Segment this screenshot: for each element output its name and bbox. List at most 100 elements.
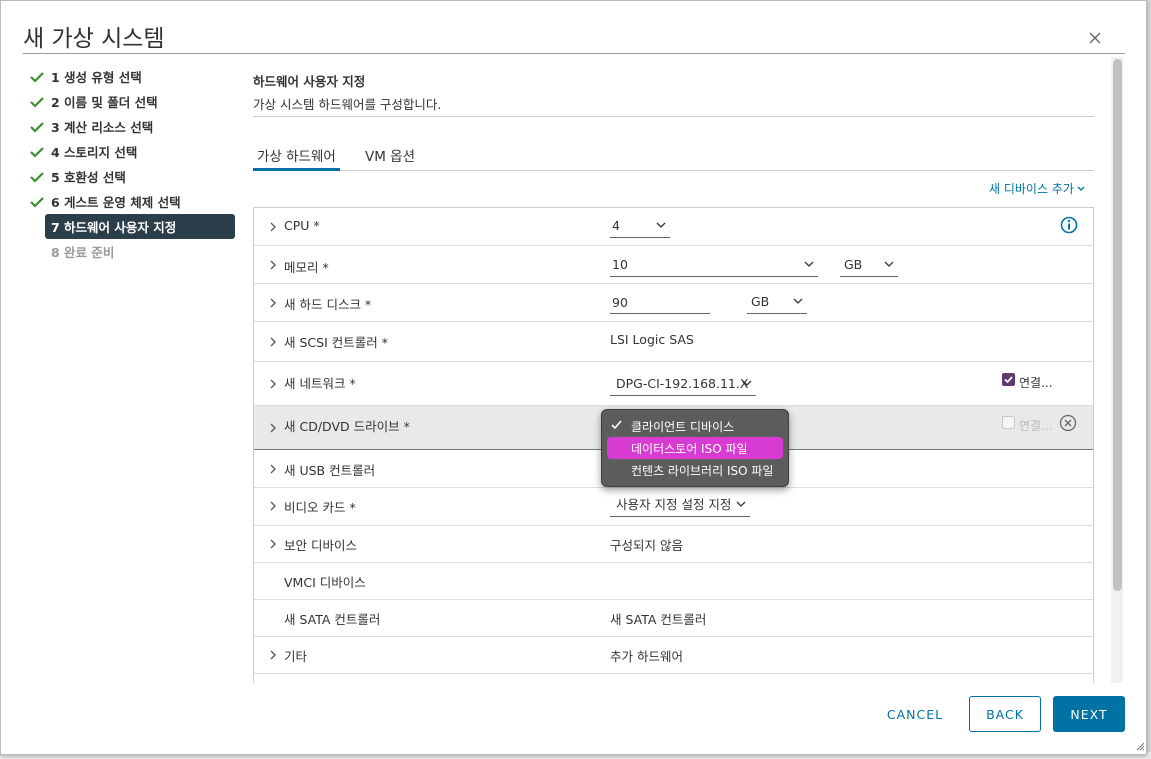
hw-row-video: 비디오 카드 * 사용자 지정 설정 지정 xyxy=(254,488,1093,526)
hw-label: 메모리 * xyxy=(284,260,329,275)
step-8: 8 완료 준비 xyxy=(23,239,235,264)
dropdown-item-client-device[interactable]: 클라이언트 디바이스 xyxy=(607,415,783,437)
hw-label: 보안 디바이스 xyxy=(284,538,357,553)
hw-row-scsi: 새 SCSI 컨트롤러 * LSI Logic SAS xyxy=(254,322,1093,362)
dropdown-item-label: 클라이언트 디바이스 xyxy=(631,419,735,434)
chevron-right-icon[interactable] xyxy=(268,423,278,433)
tab-label: VM 옵션 xyxy=(365,149,416,165)
hw-row-hard-disk: 새 하드 디스크 * GB xyxy=(254,284,1093,322)
chevron-right-icon[interactable] xyxy=(268,379,278,389)
content-divider xyxy=(253,116,1094,117)
step-1[interactable]: 1 생성 유형 선택 xyxy=(23,64,235,89)
cddvd-type-dropdown: 클라이언트 디바이스 데이터스토어 ISO 파일 컨텐츠 라이브러리 ISO 파… xyxy=(601,409,789,487)
cddvd-connect-checkbox xyxy=(1002,416,1015,429)
check-icon xyxy=(30,71,44,83)
tab-vm-options[interactable]: VM 옵션 xyxy=(361,141,419,171)
hw-row-security: 보안 디바이스 구성되지 않음 xyxy=(254,526,1093,563)
remove-circle-icon[interactable] xyxy=(1059,414,1077,432)
check-icon xyxy=(30,121,44,133)
close-icon[interactable] xyxy=(1086,29,1104,47)
cancel-button[interactable]: CANCEL xyxy=(871,696,959,732)
hw-label: 기타 xyxy=(284,649,308,664)
input-value: 10 xyxy=(612,257,628,272)
chevron-right-icon[interactable] xyxy=(268,501,278,511)
chevron-down-icon xyxy=(656,222,666,228)
chevron-down-icon xyxy=(1077,186,1085,191)
cpu-select[interactable]: 4 xyxy=(610,216,670,238)
hw-label: 새 USB 컨트롤러 xyxy=(284,463,376,478)
hw-label: 비디오 카드 * xyxy=(284,500,356,515)
hw-row-memory: 메모리 * 10 GB xyxy=(254,246,1093,284)
add-device-button[interactable]: 새 디바이스 추가 xyxy=(989,180,1085,197)
chevron-down-icon xyxy=(736,501,746,507)
dropdown-item-label: 컨텐츠 라이브러리 ISO 파일 xyxy=(631,463,774,478)
hw-label: 새 하드 디스크 * xyxy=(284,297,372,312)
chevron-right-icon[interactable] xyxy=(268,337,278,347)
chevron-right-icon[interactable] xyxy=(268,464,278,474)
sata-value: 새 SATA 컨트롤러 xyxy=(610,612,707,627)
title-divider xyxy=(23,53,1125,54)
hw-row-sata: 새 SATA 컨트롤러 새 SATA 컨트롤러 xyxy=(254,600,1093,637)
dropdown-item-label: 데이터스토어 ISO 파일 xyxy=(631,441,748,456)
cddvd-connect-label: 연결... xyxy=(1019,419,1053,433)
chevron-right-icon[interactable] xyxy=(268,650,278,660)
scsi-value: LSI Logic SAS xyxy=(610,332,694,347)
dialog-title: 새 가상 시스템 xyxy=(23,26,165,52)
network-select[interactable]: DPG-CI-192.168.11.X xyxy=(610,374,756,396)
check-icon xyxy=(30,196,44,208)
step-7[interactable]: 7 하드웨어 사용자 지정 xyxy=(45,214,235,239)
chevron-down-icon xyxy=(793,298,803,304)
chevron-down-icon xyxy=(804,261,814,267)
other-value: 추가 하드웨어 xyxy=(610,649,683,664)
memory-unit-select[interactable]: GB xyxy=(840,255,898,277)
chevron-right-icon[interactable] xyxy=(268,260,278,270)
step-6[interactable]: 6 게스트 운영 체제 선택 xyxy=(23,189,235,214)
checkmark-icon xyxy=(611,420,622,430)
resize-handle-icon[interactable] xyxy=(1135,741,1145,751)
hw-row-cpu: CPU * 4 xyxy=(254,208,1093,246)
add-device-label: 새 디바이스 추가 xyxy=(989,182,1074,196)
select-value: GB xyxy=(844,257,863,272)
scrollbar-thumb[interactable] xyxy=(1113,59,1122,591)
select-value: 사용자 지정 설정 지정 xyxy=(616,497,732,512)
info-icon[interactable] xyxy=(1060,216,1078,234)
chevron-right-icon[interactable] xyxy=(268,222,278,232)
memory-input[interactable]: 10 xyxy=(610,255,818,277)
dropdown-item-content-library-iso[interactable]: 컨텐츠 라이브러리 ISO 파일 xyxy=(607,459,783,481)
back-button[interactable]: BACK xyxy=(969,696,1041,732)
hw-label: 새 SATA 컨트롤러 xyxy=(284,612,381,627)
network-connect-checkbox[interactable] xyxy=(1002,373,1015,386)
chevron-right-icon[interactable] xyxy=(268,298,278,308)
step-label: 6 게스트 운영 체제 선택 xyxy=(51,195,181,210)
dropdown-item-datastore-iso[interactable]: 데이터스토어 ISO 파일 xyxy=(607,437,783,459)
new-vm-dialog: 새 가상 시스템 1 생성 유형 선택 2 이름 및 폴더 선택 3 계산 리소… xyxy=(0,0,1147,755)
disk-size-input[interactable] xyxy=(610,292,710,314)
step-5[interactable]: 5 호환성 선택 xyxy=(23,164,235,189)
hw-label: 새 SCSI 컨트롤러 * xyxy=(284,335,388,350)
content-subtitle: 가상 시스템 하드웨어를 구성합니다. xyxy=(253,97,442,112)
hw-label: VMCI 디바이스 xyxy=(284,575,366,590)
select-value: GB xyxy=(751,294,770,309)
step-4[interactable]: 4 스토리지 선택 xyxy=(23,139,235,164)
tab-virtual-hardware[interactable]: 가상 하드웨어 xyxy=(253,141,340,171)
step-label: 4 스토리지 선택 xyxy=(51,145,138,160)
network-connect-label: 연결... xyxy=(1019,376,1053,390)
hw-row-vmci: VMCI 디바이스 xyxy=(254,563,1093,600)
chevron-down-icon xyxy=(742,380,752,386)
disk-unit-select[interactable]: GB xyxy=(747,292,807,314)
chevron-down-icon xyxy=(884,261,894,267)
check-icon xyxy=(30,96,44,108)
step-label: 1 생성 유형 선택 xyxy=(51,70,142,85)
checkmark-icon xyxy=(1004,376,1013,384)
step-label: 5 호환성 선택 xyxy=(51,170,126,185)
content-scrollbar[interactable] xyxy=(1111,57,1123,683)
step-3[interactable]: 3 계산 리소스 선택 xyxy=(23,114,235,139)
video-select[interactable]: 사용자 지정 설정 지정 xyxy=(610,495,750,517)
hw-row-network: 새 네트워크 * DPG-CI-192.168.11.X 연결... xyxy=(254,362,1093,406)
content-title: 하드웨어 사용자 지정 xyxy=(253,74,366,89)
chevron-right-icon[interactable] xyxy=(268,539,278,549)
next-button[interactable]: NEXT xyxy=(1053,696,1125,732)
step-2[interactable]: 2 이름 및 폴더 선택 xyxy=(23,89,235,114)
step-label: 7 하드웨어 사용자 지정 xyxy=(51,220,177,235)
select-value: DPG-CI-192.168.11.X xyxy=(616,376,749,391)
